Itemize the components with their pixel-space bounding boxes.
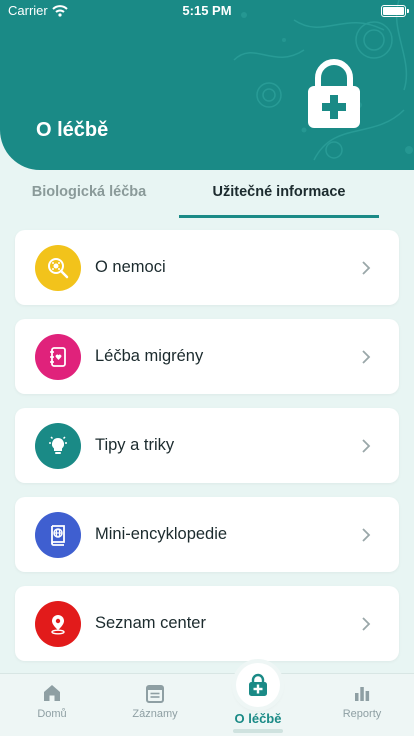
- list-item-seznam-center[interactable]: Seznam center: [15, 586, 399, 661]
- location-pin-icon: [35, 600, 81, 647]
- list-item-mini-encyklopedie[interactable]: Mini-encyklopedie: [15, 497, 399, 572]
- chevron-right-icon: [362, 527, 371, 542]
- list-item-label: Léčba migrény: [95, 347, 204, 365]
- calendar-icon: [146, 685, 164, 703]
- chevron-right-icon: [362, 438, 371, 453]
- notebook-heart-icon: [35, 333, 81, 380]
- chevron-right-icon: [362, 260, 371, 275]
- active-indicator: [233, 729, 283, 733]
- chevron-right-icon: [362, 349, 371, 364]
- chevron-right-icon: [362, 616, 371, 631]
- bar-chart-icon: [355, 687, 370, 701]
- list-item-lecba-migreny[interactable]: Léčba migrény: [15, 319, 399, 394]
- search-virus-icon: [35, 244, 81, 291]
- list-item-label: O nemoci: [95, 258, 166, 276]
- tab-biologicka-lecba[interactable]: Biologická léčba: [14, 184, 164, 218]
- header: O léčbě: [0, 0, 414, 170]
- list-item-label: Seznam center: [95, 614, 206, 632]
- book-globe-icon: [35, 511, 81, 558]
- battery-icon: [381, 5, 409, 17]
- page-title: O léčbě: [36, 119, 109, 141]
- list-item-o-nemoci[interactable]: O nemoci: [15, 230, 399, 305]
- list-item-label: Tipy a triky: [95, 436, 175, 454]
- tab-uzitecne-informace[interactable]: Užitečné informace: [179, 184, 379, 218]
- bottom-nav: Domů Záznamy O léčbě Reporty: [0, 663, 414, 736]
- home-icon: [44, 685, 60, 701]
- lightbulb-icon: [35, 422, 81, 469]
- nav-label: Reporty: [342, 708, 382, 720]
- status-time: 5:15 PM: [182, 3, 232, 18]
- nav-item-reporty[interactable]: Reporty: [312, 674, 412, 736]
- list-item-tipy-a-triky[interactable]: Tipy a triky: [15, 408, 399, 483]
- floral-decoration: [233, 0, 413, 161]
- status-bar: Carrier 5:15 PM: [0, 0, 414, 22]
- nav-label: O léčbě: [234, 711, 282, 726]
- lock-plus-icon: [249, 673, 267, 696]
- lock-plus-icon: [308, 59, 360, 128]
- nav-item-domu[interactable]: Domů: [2, 674, 102, 736]
- nav-item-o-lecbe[interactable]: O léčbě: [208, 663, 308, 736]
- nav-item-zaznamy[interactable]: Záznamy: [105, 674, 205, 736]
- nav-label: Domů: [37, 708, 67, 720]
- list-item-label: Mini-encyklopedie: [95, 525, 228, 543]
- nav-label: Záznamy: [132, 708, 178, 720]
- tab-bar: Biologická léčba Užitečné informace: [0, 176, 414, 220]
